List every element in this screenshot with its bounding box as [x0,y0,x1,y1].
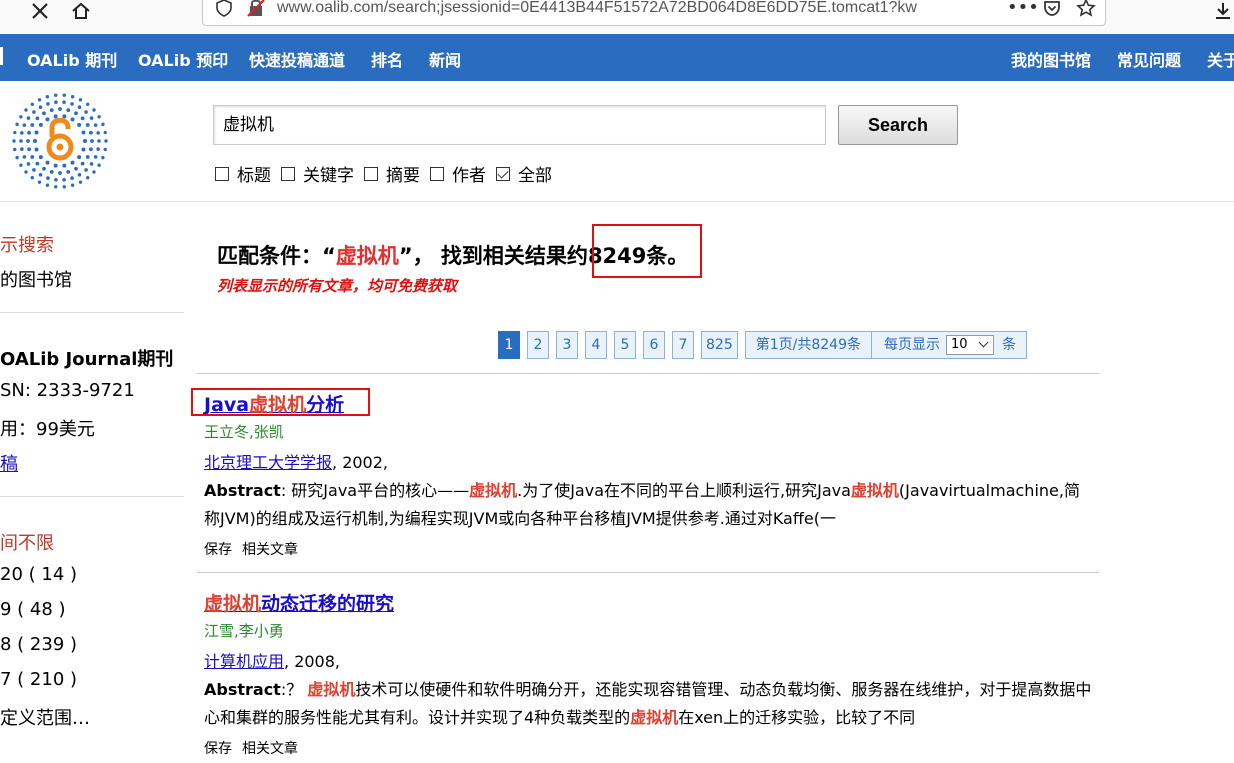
open-access-logo[interactable] [10,91,110,191]
result-actions: 保存 相关文章 [204,738,1094,758]
all-checkbox[interactable] [496,166,510,181]
page-last[interactable]: 825 [701,331,738,359]
main-nav: OALib 期刊 OALib 预印 快速投稿通道 排名 新闻 我的图书馆 常见问… [0,34,1234,81]
download-icon[interactable] [1210,0,1234,22]
result-item: 虚拟机动态迁移的研究 江雪,李小勇 计算机应用, 2008, Abstract:… [204,589,1094,758]
result-source: 北京理工大学学报, 2002, [204,453,388,472]
insecure-lock-icon[interactable] [243,0,269,19]
nav-item-fast-submit[interactable]: 快速投稿通道 [249,47,345,71]
sidebar-divider [0,312,184,313]
title-highlight-box [191,388,370,416]
time-unlimited-link[interactable]: 间不限 [0,529,54,555]
page-6[interactable]: 6 [643,331,665,359]
close-icon[interactable] [27,0,53,22]
author-checkbox[interactable] [430,166,444,181]
issn: SN: 2333-9721 [0,380,135,401]
nav-item-truncated[interactable] [0,47,3,65]
option-title[interactable]: 标题 [215,161,271,186]
result-authors[interactable]: 王立冬,张凯 [204,421,1094,442]
bookmark-star-icon[interactable] [1073,0,1099,19]
page-5[interactable]: 5 [614,331,636,359]
title-checkbox[interactable] [215,166,229,181]
save-link[interactable]: 保存 [204,741,232,757]
abstract-checkbox[interactable] [364,166,378,181]
related-articles-link[interactable]: 相关文章 [242,542,298,558]
nav-item-my-library[interactable]: 我的图书馆 [1011,47,1091,71]
journal-link[interactable]: 北京理工大学学报 [204,453,332,472]
custom-range-link[interactable]: 定义范围… [0,704,90,730]
search-button[interactable]: Search [838,105,958,145]
related-articles-link[interactable]: 相关文章 [242,741,298,757]
search-scope-options: 标题 关键字 摘要 作者 全部 [215,161,562,186]
url-text[interactable]: www.oalib.com/search;jsessionid=0E4413B4… [277,0,999,17]
divider [197,373,1099,374]
page-info: 第1页/共8249条 [744,331,872,359]
result-authors[interactable]: 江雪,李小勇 [204,620,1094,641]
match-keyword: 虚拟机 [335,244,399,268]
divider [197,572,1099,573]
advanced-search-link[interactable]: 示搜索 [0,231,54,257]
nav-item-journals[interactable]: OALib 期刊 [27,47,117,71]
result-source: 计算机应用, 2008, [204,652,340,671]
per-page-control: 每页显示 10 条 [872,331,1027,359]
result-abstract: Abstract: 研究Java平台的核心——虚拟机.为了使Java在不同的平台… [204,481,1080,528]
shield-icon[interactable] [211,0,237,19]
year-filter-item[interactable]: 7 ( 210 ) [0,669,77,690]
year-filter-item[interactable]: 20 ( 14 ) [0,564,77,585]
option-abstract[interactable]: 摘要 [364,161,420,186]
result-title-link[interactable]: 虚拟机动态迁移的研究 [204,589,1094,616]
more-icon[interactable]: ••• [1007,0,1039,18]
nav-item-news[interactable]: 新闻 [429,47,461,71]
fee: 用：99美元 [0,419,95,440]
nav-item-about[interactable]: 关于 [1207,47,1234,71]
page-4[interactable]: 4 [585,331,607,359]
page-7[interactable]: 7 [672,331,694,359]
search-header: 虚拟机 Search 标题 关键字 摘要 作者 全部 [0,81,1234,202]
home-icon[interactable] [68,0,94,22]
nav-item-preprints[interactable]: OALib 预印 [138,47,228,71]
my-library-link[interactable]: 的图书馆 [0,266,72,292]
page-1[interactable]: 1 [498,331,520,359]
option-keyword[interactable]: 关键字 [281,161,354,186]
journal-link[interactable]: 计算机应用 [204,652,284,671]
year-filter-item[interactable]: 8 ( 239 ) [0,634,77,655]
count-highlight-box [592,224,702,278]
keyword-checkbox[interactable] [281,166,295,181]
url-bar[interactable]: www.oalib.com/search;jsessionid=0E4413B4… [202,0,1106,26]
per-page-select[interactable]: 10 [946,335,994,355]
pocket-icon[interactable] [1039,0,1065,19]
page-3[interactable]: 3 [556,331,578,359]
nav-item-ranking[interactable]: 排名 [371,47,403,71]
submit-link[interactable]: 稿 [0,450,18,476]
free-access-note: 列表显示的所有文章，均可免费获取 [217,277,458,295]
option-all[interactable]: 全部 [496,161,552,186]
page-2[interactable]: 2 [527,331,549,359]
option-author[interactable]: 作者 [430,161,486,186]
result-abstract: Abstract:？ 虚拟机技术可以使硬件和软件明确分开，还能实现容错管理、动态… [204,680,1092,727]
search-input[interactable]: 虚拟机 [213,105,826,145]
save-link[interactable]: 保存 [204,542,232,558]
year-filter-item[interactable]: 9 ( 48 ) [0,599,66,620]
browser-toolbar: www.oalib.com/search;jsessionid=0E4413B4… [0,0,1234,34]
result-actions: 保存 相关文章 [204,539,1094,559]
pagination: 1 2 3 4 5 6 7 825 第1页/共8249条 每页显示 10 条 [498,331,1027,359]
left-sidebar: 示搜索 的图书馆 OALib Journal期刊 SN: 2333-9721 用… [0,202,190,763]
journal-title: OALib Journal期刊 [0,349,174,370]
sidebar-divider [0,496,184,497]
nav-item-faq[interactable]: 常见问题 [1117,47,1181,71]
